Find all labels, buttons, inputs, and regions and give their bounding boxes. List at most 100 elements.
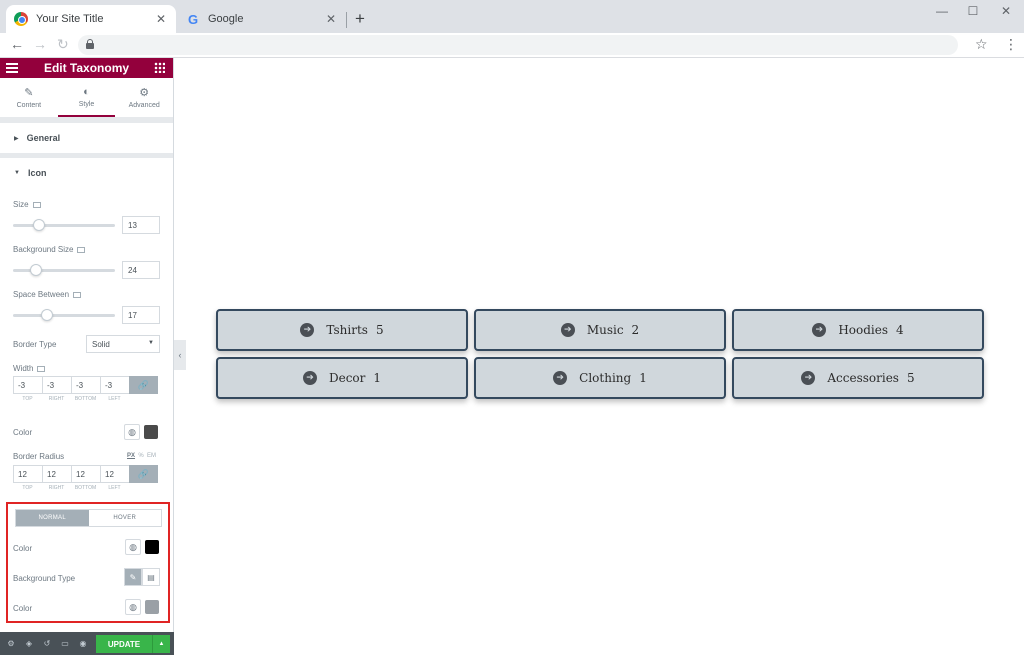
browser-menu-icon[interactable]: ⋮ <box>1004 36 1018 53</box>
width-left-input[interactable]: -3 <box>100 376 129 394</box>
pencil-icon: ✎ <box>24 87 34 99</box>
back-arrow-icon[interactable]: ← <box>10 36 24 52</box>
taxonomy-name: Hoodies <box>838 323 889 337</box>
radius-top-input[interactable]: 12 <box>13 465 42 483</box>
hamburger-menu-icon[interactable] <box>6 63 18 73</box>
taxonomy-count: 2 <box>631 323 640 337</box>
normal-color-swatch[interactable] <box>145 540 159 554</box>
color-swatch[interactable] <box>144 425 158 439</box>
slider-handle[interactable] <box>40 309 53 321</box>
width-right-input[interactable]: -3 <box>42 376 71 394</box>
globe-icon[interactable]: ◍ <box>125 539 141 555</box>
taxonomy-item[interactable]: ➔ Hoodies 4 <box>732 309 984 351</box>
radius-right-input[interactable]: 12 <box>42 465 71 483</box>
width-top-input[interactable]: -3 <box>13 376 42 394</box>
settings-icon[interactable]: ⚙ <box>4 639 18 648</box>
section-general[interactable]: ▶ General <box>0 123 173 153</box>
border-type-label: Border Type <box>13 340 57 349</box>
desktop-icon[interactable] <box>37 366 46 372</box>
update-button[interactable]: UPDATE <box>96 635 152 653</box>
tab-your-site-title[interactable]: Your Site Title ✕ <box>6 5 176 33</box>
link-values-icon[interactable]: 🔗 <box>129 465 158 483</box>
desktop-icon[interactable] <box>77 247 86 253</box>
color-label: Color <box>13 428 33 437</box>
bg-color-label: Color <box>13 604 33 613</box>
taxonomy-count: 5 <box>906 371 915 385</box>
tab-google[interactable]: G Google ✕ <box>178 5 346 33</box>
tab-content[interactable]: ✎ Content <box>0 78 58 117</box>
taxonomy-item[interactable]: ➔ Accessories 5 <box>732 357 984 399</box>
background-size-slider[interactable] <box>13 264 115 276</box>
gradient-icon[interactable]: ▤ <box>142 568 160 586</box>
taxonomy-item[interactable]: ➔ Music 2 <box>474 309 726 351</box>
width-bottom-input[interactable]: -3 <box>71 376 100 394</box>
size-slider[interactable] <box>13 219 115 231</box>
desktop-icon[interactable] <box>73 292 82 298</box>
globe-icon[interactable]: ◍ <box>125 599 141 615</box>
navigator-icon[interactable]: ◈ <box>22 639 36 648</box>
slider-handle[interactable] <box>30 264 43 276</box>
background-size-input[interactable]: 24 <box>122 261 160 279</box>
taxonomy-name: Music <box>586 323 624 337</box>
close-tab-icon[interactable]: ✕ <box>324 12 338 26</box>
bg-color-swatch[interactable] <box>145 600 159 614</box>
bookmark-star-icon[interactable]: ☆ <box>975 36 988 53</box>
unit-switcher[interactable]: PX % EM <box>127 453 156 459</box>
link-values-icon[interactable]: 🔗 <box>129 376 158 394</box>
width-side-labels: TOP RIGHT BOTTOM LEFT <box>13 396 129 402</box>
chevron-down-icon: ▼ <box>148 340 154 346</box>
radius-left-input[interactable]: 12 <box>100 465 129 483</box>
tab-hover[interactable]: HOVER <box>88 510 161 526</box>
tab-normal[interactable]: NORMAL <box>16 510 89 526</box>
minimize-icon[interactable]: — <box>932 4 952 18</box>
responsive-icon[interactable]: ▭ <box>58 639 72 648</box>
forward-arrow-icon[interactable]: → <box>33 36 47 52</box>
highlighted-normal-state-group: NORMAL HOVER Color ◍ Background Type ✎ ▤… <box>6 502 170 623</box>
background-size-label: Background Size <box>13 245 86 254</box>
normal-color-label: Color <box>13 544 33 553</box>
size-input[interactable]: 13 <box>122 216 160 234</box>
border-type-value: Solid <box>92 340 110 349</box>
close-tab-icon[interactable]: ✕ <box>154 12 168 26</box>
tab-style[interactable]: ◐ Style <box>57 78 116 117</box>
new-tab-button[interactable]: + <box>355 9 365 29</box>
side-label: RIGHT <box>48 396 65 402</box>
border-radius-label: Border Radius <box>13 452 65 461</box>
border-type-select[interactable]: Solid ▼ <box>86 335 160 353</box>
classic-brush-icon[interactable]: ✎ <box>124 568 142 586</box>
background-type-choices: ✎ ▤ <box>124 568 160 586</box>
arrow-circle-icon: ➔ <box>553 371 568 385</box>
tab-content-label: Content <box>16 102 42 109</box>
taxonomy-item[interactable]: ➔ Decor 1 <box>216 357 468 399</box>
side-label: RIGHT <box>48 485 65 491</box>
reload-icon[interactable]: ↻ <box>57 36 69 53</box>
space-between-slider[interactable] <box>13 309 115 321</box>
url-input[interactable] <box>78 35 958 55</box>
taxonomy-count: 1 <box>639 371 647 385</box>
window-close-icon[interactable]: ✕ <box>996 4 1016 18</box>
radius-bottom-input[interactable]: 12 <box>71 465 100 483</box>
tab-advanced[interactable]: ⚙ Advanced <box>115 78 173 117</box>
slider-handle[interactable] <box>32 219 45 231</box>
chevron-up-icon[interactable]: ▲ <box>152 635 170 653</box>
maximize-icon[interactable]: ☐ <box>963 4 983 18</box>
collapse-panel-handle[interactable]: ‹ <box>174 340 186 370</box>
radius-side-labels: TOP RIGHT BOTTOM LEFT <box>13 485 129 491</box>
taxonomy-item[interactable]: ➔ Tshirts 5 <box>216 309 468 351</box>
taxonomy-name: Clothing <box>579 371 632 385</box>
arrow-circle-icon: ➔ <box>300 323 315 337</box>
contrast-icon: ◐ <box>83 85 90 98</box>
section-icon[interactable]: ▼ Icon <box>0 158 173 188</box>
taxonomy-count: 5 <box>375 323 384 337</box>
panel-footer: ⚙ ◈ ↺ ▭ ◉ UPDATE ▲ <box>0 632 174 655</box>
tab-title: Google <box>208 13 244 25</box>
widgets-grid-icon[interactable] <box>154 62 165 73</box>
space-between-input[interactable]: 17 <box>122 306 160 324</box>
history-icon[interactable]: ↺ <box>40 639 54 648</box>
tab-advanced-label: Advanced <box>128 102 160 109</box>
taxonomy-item[interactable]: ➔ Clothing 1 <box>474 357 726 399</box>
desktop-icon[interactable] <box>32 202 41 208</box>
preview-eye-icon[interactable]: ◉ <box>76 639 90 648</box>
arrow-circle-icon: ➔ <box>801 371 816 385</box>
globe-icon[interactable]: ◍ <box>124 424 140 440</box>
